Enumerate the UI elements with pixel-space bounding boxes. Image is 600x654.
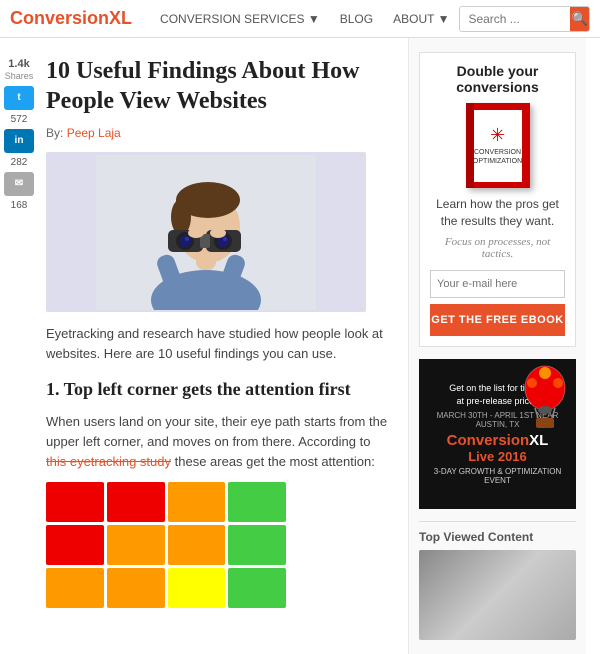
navbar: ConversionXL CONVERSION SERVICES ▼ BLOG … bbox=[0, 0, 600, 38]
social-sidebar: 1.4k Shares t 572 in 282 ✉ 168 bbox=[0, 38, 38, 654]
event-banner[interactable]: Get on the list for tickets at pre-relea… bbox=[419, 359, 576, 509]
linkedin-count: 282 bbox=[11, 157, 28, 168]
event-subtitle: 3-DAY GROWTH & OPTIMIZATION EVENT bbox=[427, 467, 568, 485]
balloon-illustration bbox=[520, 363, 570, 428]
book-container: ✳ CONVERSION OPTIMIZATION bbox=[430, 103, 565, 188]
linkedin-share-button[interactable]: in bbox=[4, 129, 34, 153]
heatmap-cell bbox=[46, 568, 104, 608]
heatmap-cell bbox=[46, 482, 104, 522]
binoculars-illustration bbox=[96, 155, 316, 310]
nav-about[interactable]: ABOUT ▼ bbox=[383, 0, 459, 38]
heatmap-cell bbox=[107, 482, 165, 522]
search-button[interactable]: 🔍 bbox=[570, 7, 589, 31]
search-input[interactable] bbox=[460, 7, 570, 31]
twitter-count: 572 bbox=[11, 114, 28, 125]
section1-heading: 1. Top left corner gets the attention fi… bbox=[46, 378, 392, 401]
promo-body-text: Learn how the pros get the results they … bbox=[430, 196, 565, 230]
top-viewed-thumbnail bbox=[419, 550, 576, 640]
heatmap-cell bbox=[168, 525, 226, 565]
heatmap-cell bbox=[228, 568, 286, 608]
section1-text: When users land on your site, their eye … bbox=[46, 412, 392, 472]
heatmap-grid bbox=[46, 482, 286, 608]
total-share-count: 1.4k Shares bbox=[5, 58, 34, 82]
book-cover: ✳ CONVERSION OPTIMIZATION bbox=[466, 103, 530, 188]
sidebar-promo-box: Double your conversions ✳ CONVERSION OPT… bbox=[419, 52, 576, 347]
nav-links: CONVERSION SERVICES ▼ BLOG ABOUT ▼ bbox=[150, 0, 459, 38]
site-logo[interactable]: ConversionXL bbox=[10, 8, 132, 29]
logo-text: Conversion bbox=[10, 8, 109, 28]
article-title: 10 Useful Findings About How People View… bbox=[46, 56, 392, 116]
event-brand-name: ConversionXL Live 2016 bbox=[427, 433, 568, 464]
book-inner: ✳ CONVERSION OPTIMIZATION bbox=[474, 110, 522, 182]
heatmap-cell bbox=[168, 482, 226, 522]
email-share-button[interactable]: ✉ bbox=[4, 172, 34, 196]
nav-blog[interactable]: BLOG bbox=[330, 0, 383, 38]
heatmap-cell bbox=[107, 568, 165, 608]
get-ebook-button[interactable]: GET THE FREE EBOOK bbox=[430, 304, 565, 336]
twitter-share-button[interactable]: t bbox=[4, 86, 34, 110]
promo-tagline: Focus on processes, not tactics. bbox=[430, 236, 565, 260]
heatmap-cell bbox=[46, 525, 104, 565]
logo-accent: XL bbox=[109, 8, 132, 28]
page-layout: 1.4k Shares t 572 in 282 ✉ 168 10 Useful… bbox=[0, 38, 600, 654]
book-spine bbox=[466, 103, 474, 188]
eyetracking-link[interactable]: this eyetracking study bbox=[46, 454, 171, 469]
search-bar: 🔍 bbox=[459, 6, 590, 32]
heatmap-cell bbox=[168, 568, 226, 608]
heatmap-cell bbox=[228, 482, 286, 522]
article-hero-image bbox=[46, 152, 366, 312]
main-article: 10 Useful Findings About How People View… bbox=[38, 38, 408, 654]
article-intro: Eyetracking and research have studied ho… bbox=[46, 324, 392, 364]
article-author: By: Peep Laja bbox=[46, 126, 392, 140]
author-link[interactable]: Peep Laja bbox=[67, 126, 121, 140]
book-star-icon: ✳ bbox=[490, 125, 505, 146]
heatmap-cell bbox=[228, 525, 286, 565]
right-sidebar: Double your conversions ✳ CONVERSION OPT… bbox=[408, 38, 586, 654]
email-input[interactable] bbox=[430, 270, 565, 298]
nav-conversion-services[interactable]: CONVERSION SERVICES ▼ bbox=[150, 0, 330, 38]
heatmap-cell bbox=[107, 525, 165, 565]
promo-title: Double your conversions bbox=[430, 63, 565, 95]
email-count: 168 bbox=[11, 200, 28, 211]
top-viewed-title: Top Viewed Content bbox=[419, 521, 576, 544]
